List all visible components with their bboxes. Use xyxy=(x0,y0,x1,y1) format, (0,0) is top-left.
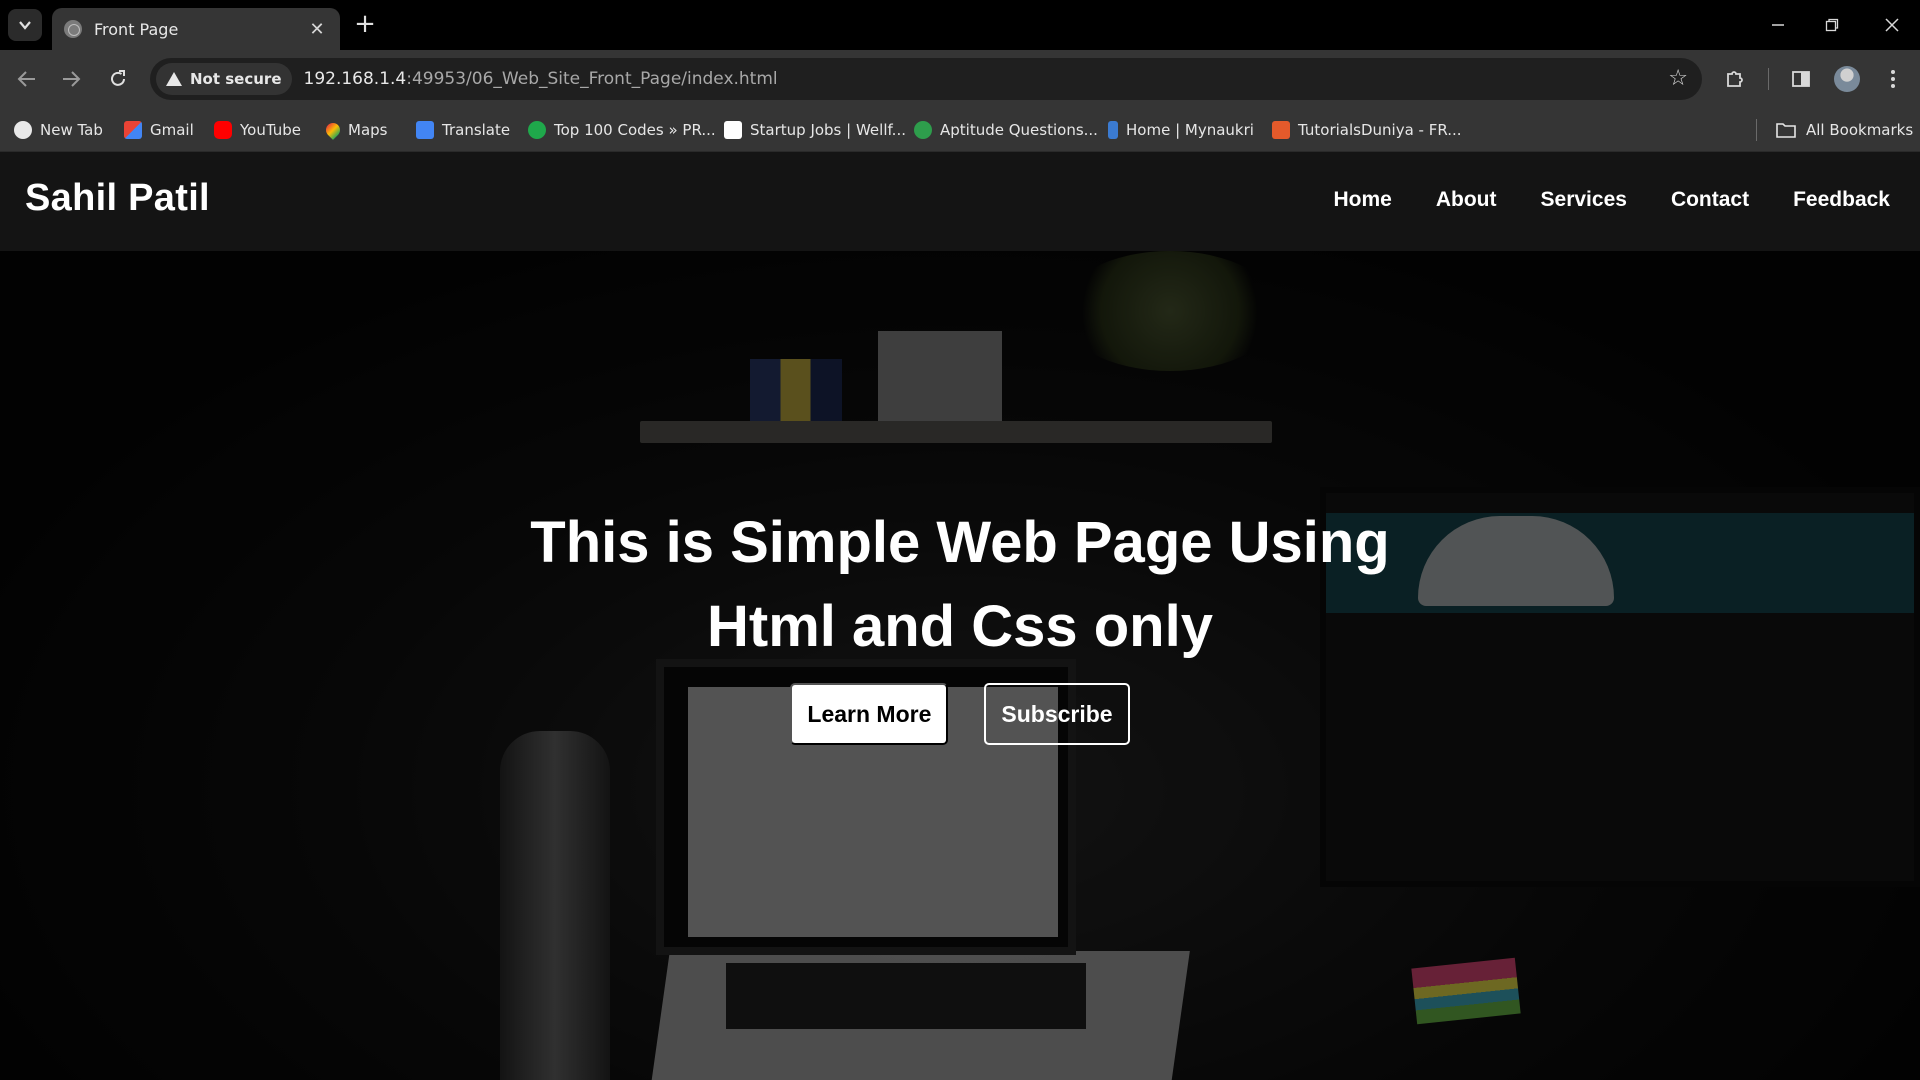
tab-title: Front Page xyxy=(94,19,179,39)
bookmark-maps[interactable]: Maps xyxy=(323,108,388,152)
site-logo[interactable]: Sahil Patil xyxy=(25,177,210,220)
browser-tab-strip: Front Page ✕ + xyxy=(0,0,1920,50)
minimize-button[interactable] xyxy=(1758,10,1798,40)
close-window-button[interactable] xyxy=(1872,10,1912,40)
url-host: 192.168.1.4 xyxy=(303,69,407,89)
bookmark-label: New Tab xyxy=(40,121,103,139)
bookmark-label: Gmail xyxy=(150,121,194,139)
codes-icon xyxy=(528,121,546,139)
reload-button[interactable] xyxy=(103,64,133,94)
nav-link-about[interactable]: About xyxy=(1436,188,1497,212)
bookmark-mynaukri[interactable]: Home | Mynaukri xyxy=(1108,108,1254,152)
bookmark-label: TutorialsDuniya - FR... xyxy=(1298,121,1462,139)
youtube-icon xyxy=(214,121,232,139)
bookmark-new-tab[interactable]: New Tab xyxy=(14,108,103,152)
bookmark-label: Home | Mynaukri xyxy=(1126,121,1254,139)
bookmark-gmail[interactable]: Gmail xyxy=(124,108,194,152)
hero-section: This is Simple Web Page Using Html and C… xyxy=(0,251,1920,1080)
side-panel-button[interactable] xyxy=(1786,64,1816,94)
arrow-left-icon xyxy=(17,71,35,87)
gmail-icon xyxy=(124,121,142,139)
url-path: :49953/06_Web_Site_Front_Page/index.html xyxy=(406,69,778,89)
learn-more-button[interactable]: Learn More xyxy=(790,683,949,745)
close-icon xyxy=(1885,18,1899,32)
bookmark-tutorialsduniya[interactable]: TutorialsDuniya - FR... xyxy=(1272,108,1462,152)
avatar xyxy=(1834,66,1860,92)
hero-buttons: Learn More Subscribe xyxy=(0,683,1920,745)
translate-icon xyxy=(416,121,434,139)
tab-search-button[interactable] xyxy=(8,9,42,41)
tutorialsduniya-icon xyxy=(1272,121,1290,139)
security-indicator[interactable]: Not secure xyxy=(156,63,292,95)
hero-content: This is Simple Web Page Using Html and C… xyxy=(0,501,1920,745)
main-nav: Home About Services Contact Feedback xyxy=(1334,188,1891,212)
bookmarks-divider xyxy=(1756,119,1757,141)
extensions-button[interactable] xyxy=(1720,64,1750,94)
new-tab-button[interactable]: + xyxy=(352,11,378,38)
nav-link-home[interactable]: Home xyxy=(1334,188,1392,212)
bookmark-youtube[interactable]: YouTube xyxy=(214,108,301,152)
profile-button[interactable] xyxy=(1832,64,1862,94)
bookmark-aptitude-questions[interactable]: Aptitude Questions... xyxy=(914,108,1098,152)
bookmark-startup-jobs[interactable]: Startup Jobs | Wellf... xyxy=(724,108,906,152)
maps-icon xyxy=(323,120,343,140)
reload-icon xyxy=(111,70,125,86)
address-bar[interactable]: Not secure 192.168.1.4:49953/06_Web_Site… xyxy=(150,58,1702,100)
bookmark-translate[interactable]: Translate xyxy=(416,108,510,152)
bookmark-top-100-codes[interactable]: Top 100 Codes » PR... xyxy=(528,108,716,152)
tab-close-button[interactable]: ✕ xyxy=(306,18,328,40)
active-tab[interactable]: Front Page ✕ xyxy=(52,8,340,50)
bookmarks-bar: New Tab Gmail YouTube Maps Translate Top… xyxy=(0,108,1920,152)
bookmark-label: Top 100 Codes » PR... xyxy=(554,121,716,139)
web-page: Sahil Patil Home About Services Contact … xyxy=(0,152,1920,1080)
bookmark-star-icon[interactable]: ☆ xyxy=(1668,66,1688,91)
url-text[interactable]: 192.168.1.4:49953/06_Web_Site_Front_Page… xyxy=(304,69,778,89)
site-header: Sahil Patil Home About Services Contact … xyxy=(0,152,1920,251)
browser-toolbar: Not secure 192.168.1.4:49953/06_Web_Site… xyxy=(0,50,1920,108)
warning-icon xyxy=(166,72,182,86)
security-label: Not secure xyxy=(190,70,282,88)
nav-link-feedback[interactable]: Feedback xyxy=(1793,188,1890,212)
side-panel-icon xyxy=(1792,71,1810,87)
all-bookmarks-label: All Bookmarks xyxy=(1806,121,1914,139)
globe-icon xyxy=(64,20,82,38)
all-bookmarks-button[interactable]: All Bookmarks xyxy=(1776,108,1913,152)
minimize-icon xyxy=(1772,24,1784,26)
more-vertical-icon xyxy=(1891,70,1895,88)
globe-icon xyxy=(14,121,32,139)
bookmark-label: Aptitude Questions... xyxy=(940,121,1098,139)
forward-button[interactable] xyxy=(56,64,86,94)
arrow-right-icon xyxy=(63,71,81,87)
mynaukri-icon xyxy=(1108,121,1118,139)
browser-menu-button[interactable] xyxy=(1878,64,1908,94)
nav-link-services[interactable]: Services xyxy=(1541,188,1627,212)
subscribe-button[interactable]: Subscribe xyxy=(984,683,1130,745)
puzzle-icon xyxy=(1727,71,1743,87)
aptitude-icon xyxy=(914,121,932,139)
nav-link-contact[interactable]: Contact xyxy=(1671,188,1749,212)
bookmark-label: Translate xyxy=(442,121,511,139)
back-button[interactable] xyxy=(12,64,42,94)
folder-icon xyxy=(1776,123,1796,138)
bookmark-label: Startup Jobs | Wellf... xyxy=(750,121,906,139)
bookmark-label: Maps xyxy=(348,121,388,139)
bookmark-label: YouTube xyxy=(240,121,301,139)
hero-title: This is Simple Web Page Using Html and C… xyxy=(530,510,1390,659)
restore-icon xyxy=(1825,18,1839,32)
startup-jobs-icon xyxy=(724,121,742,139)
chevron-down-icon xyxy=(19,21,31,30)
restore-button[interactable] xyxy=(1812,10,1852,40)
toolbar-divider xyxy=(1768,68,1769,90)
